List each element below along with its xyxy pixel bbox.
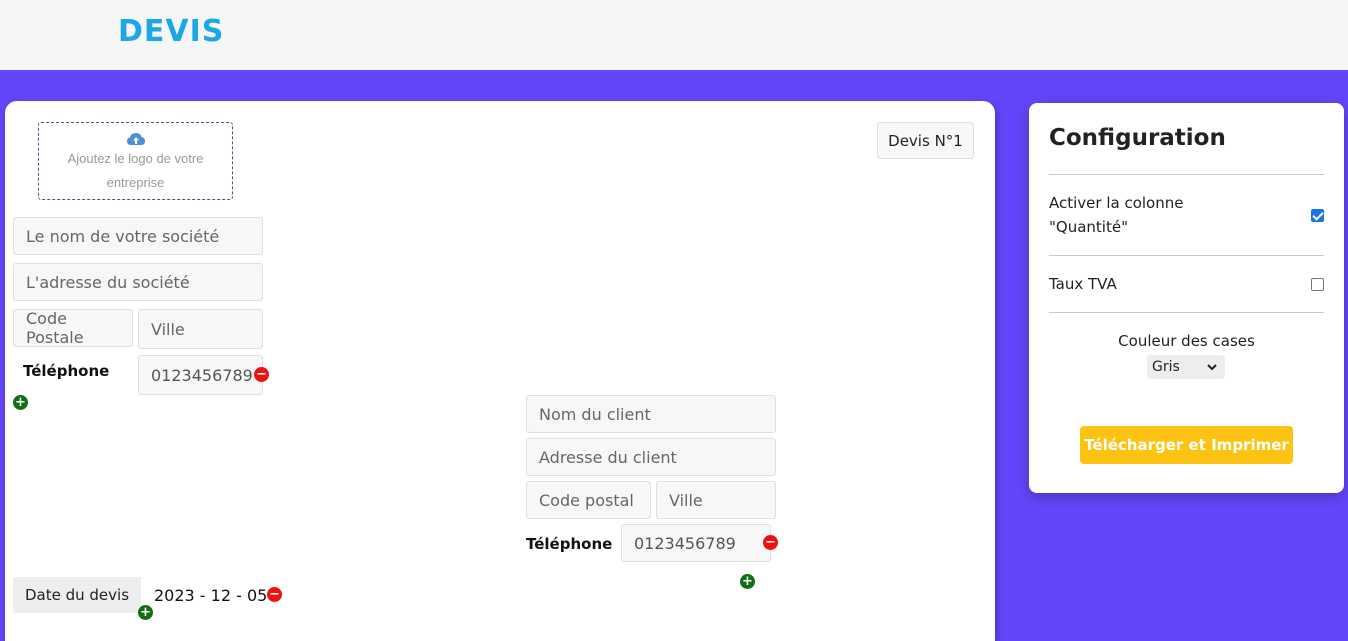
brand-title: DEVIS xyxy=(118,14,225,49)
client-address-input[interactable]: Adresse du client xyxy=(526,438,776,476)
client-phone-input[interactable]: 0123456789 xyxy=(621,524,771,562)
client-phone-label: Téléphone xyxy=(526,535,613,553)
cell-color-select[interactable]: Gris xyxy=(1147,355,1225,379)
company-city-input[interactable]: Ville xyxy=(138,309,263,349)
quote-date-label: Date du devis xyxy=(13,577,141,613)
company-phone-input[interactable]: 0123456789 xyxy=(138,355,263,395)
tva-label: Taux TVA xyxy=(1049,275,1117,293)
client-city-input[interactable]: Ville xyxy=(656,481,776,519)
divider xyxy=(1049,174,1324,175)
company-phone-label: Téléphone xyxy=(23,362,110,380)
company-postal-input[interactable]: Code Postale xyxy=(13,309,133,347)
chevron-down-icon xyxy=(1207,363,1217,370)
logo-upload[interactable]: Ajoutez le logo de votre entreprise xyxy=(38,122,233,200)
quantity-column-label-line1: Activer la colonne xyxy=(1049,194,1184,212)
configuration-title: Configuration xyxy=(1049,125,1226,151)
tva-checkbox[interactable] xyxy=(1311,278,1324,291)
company-address-input[interactable]: L'adresse du société xyxy=(13,263,263,301)
top-header: DEVIS xyxy=(0,0,1348,70)
quote-date-value[interactable]: 2023 - 12 - 05 xyxy=(154,586,267,605)
add-client-phone-icon[interactable]: + xyxy=(740,574,755,589)
quote-number[interactable]: Devis N°1 xyxy=(877,122,974,159)
quantity-column-label-line2: "Quantité" xyxy=(1049,218,1128,236)
client-postal-input[interactable]: Code postal xyxy=(526,481,651,519)
configuration-panel: Configuration Activer la colonne "Quanti… xyxy=(1029,103,1344,493)
add-company-phone-icon[interactable]: + xyxy=(13,395,28,410)
logo-upload-label: Ajoutez le logo de votre entreprise xyxy=(67,151,204,190)
add-date-icon[interactable]: + xyxy=(138,605,153,620)
download-print-button[interactable]: Télécharger et Imprimer xyxy=(1080,426,1293,464)
cell-color-label: Couleur des cases xyxy=(1118,332,1255,350)
company-name-input[interactable]: Le nom de votre société xyxy=(13,217,263,255)
cloud-upload-icon xyxy=(126,133,145,145)
cell-color-selected: Gris xyxy=(1152,359,1180,375)
divider xyxy=(1049,255,1324,256)
client-name-input[interactable]: Nom du client xyxy=(526,395,776,433)
quantity-column-label: Activer la colonne "Quantité" xyxy=(1049,191,1183,239)
remove-company-phone-icon[interactable]: − xyxy=(254,367,269,382)
divider xyxy=(1049,312,1324,313)
quantity-column-checkbox[interactable] xyxy=(1311,209,1324,222)
remove-date-icon[interactable]: − xyxy=(267,587,282,602)
remove-client-phone-icon[interactable]: − xyxy=(763,535,778,550)
